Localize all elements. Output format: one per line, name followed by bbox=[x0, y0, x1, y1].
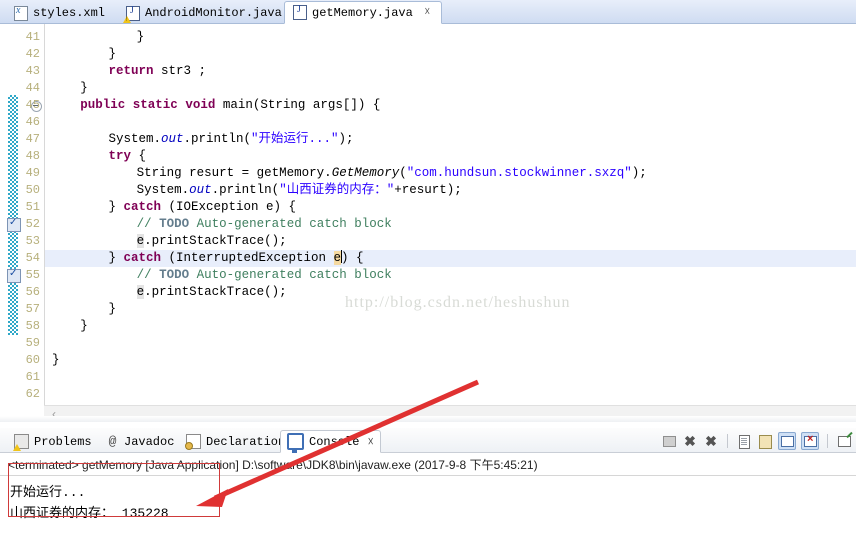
watermark-text: http://blog.csdn.net/heshushun bbox=[345, 294, 571, 311]
editor-tab-label: styles.xml bbox=[33, 6, 106, 20]
java-file-icon bbox=[293, 4, 307, 20]
line-number: 41 bbox=[25, 30, 40, 44]
line-number: 56 bbox=[25, 285, 40, 299]
bottom-tab-label: Javadoc bbox=[124, 434, 175, 449]
change-marker-bar bbox=[8, 95, 18, 335]
line-number: 45 bbox=[25, 98, 40, 112]
code-line[interactable] bbox=[45, 335, 856, 352]
code-line[interactable]: } bbox=[45, 80, 856, 97]
line-number: 49 bbox=[25, 166, 40, 180]
editor-tab-androidmonitor-java[interactable]: AndroidMonitor.java bbox=[118, 2, 290, 24]
editor-tab-getmemory-java[interactable]: getMemory.java ☓ bbox=[284, 1, 442, 24]
scroll-lock-button[interactable] bbox=[757, 433, 773, 449]
console-toolbar: ✖ ✖ bbox=[661, 431, 852, 450]
code-line[interactable] bbox=[45, 386, 856, 403]
editor-tab-label: getMemory.java bbox=[312, 5, 413, 20]
line-number: 42 bbox=[25, 47, 40, 61]
bottom-tab-label: Declaration bbox=[206, 434, 286, 449]
line-number: 54 bbox=[25, 251, 40, 265]
console-icon bbox=[287, 433, 304, 453]
code-line[interactable]: return str3 ; bbox=[45, 63, 856, 80]
line-number: 53 bbox=[25, 234, 40, 248]
code-line[interactable] bbox=[45, 114, 856, 131]
show-console-on-error-button[interactable] bbox=[801, 431, 819, 450]
console-output-line: 山西证券的内存： 135228 bbox=[10, 506, 169, 521]
code-line[interactable]: e.printStackTrace(); bbox=[45, 233, 856, 250]
line-number: 52 bbox=[25, 217, 40, 231]
line-number: 44 bbox=[25, 81, 40, 95]
pin-console-button[interactable] bbox=[836, 433, 852, 449]
line-number: 57 bbox=[25, 302, 40, 316]
warning-badge-icon bbox=[123, 15, 131, 23]
code-line[interactable]: System.out.println("山西证券的内存："+resurt); bbox=[45, 182, 856, 199]
bottom-tab-console[interactable]: Console ☓ bbox=[280, 430, 382, 453]
bottom-tab-problems[interactable]: Problems bbox=[8, 431, 98, 452]
code-line[interactable]: } catch (IOException e) { bbox=[45, 199, 856, 216]
toolbar-separator bbox=[827, 433, 828, 448]
line-number: 61 bbox=[25, 370, 40, 384]
line-number: 50 bbox=[25, 183, 40, 197]
editor-bottom-shadow bbox=[0, 416, 856, 422]
code-line[interactable]: // TODO Auto-generated catch block bbox=[45, 216, 856, 233]
toolbar-separator bbox=[727, 433, 728, 448]
editor-gutter[interactable]: 41 42 43 44 45 46 47 48 49 50 51 52 53 54 55 56 57 58 59 60… bbox=[0, 24, 42, 422]
code-line[interactable]: } bbox=[45, 352, 856, 369]
editor-tab-bar: styles.xml AndroidMonitor.java getMemory… bbox=[0, 0, 856, 24]
bottom-panel: Problems @ Javadoc Declaration Console ☓… bbox=[0, 428, 856, 542]
code-line[interactable]: try { bbox=[45, 148, 856, 165]
console-launch-header: <terminated> getMemory [Java Application… bbox=[8, 458, 538, 472]
line-number: 43 bbox=[25, 64, 40, 78]
code-line[interactable]: public static void main(String args[]) { bbox=[45, 97, 856, 114]
console-output-line: 开始运行... bbox=[10, 485, 86, 500]
line-number: 59 bbox=[25, 336, 40, 350]
code-editor[interactable]: 41 42 43 44 45 46 47 48 49 50 51 52 53 54 55 56 57 58 59 60… bbox=[0, 24, 856, 422]
code-line[interactable]: // TODO Auto-generated catch block bbox=[45, 267, 856, 284]
remove-all-terminated-button[interactable]: ✖ bbox=[703, 433, 719, 449]
line-number: 60 bbox=[25, 353, 40, 367]
clear-console-button[interactable] bbox=[736, 433, 752, 449]
editor-tab-styles-xml[interactable]: styles.xml bbox=[6, 2, 113, 24]
line-number: 62 bbox=[25, 387, 40, 401]
code-line[interactable]: String resurt = getMemory.GetMemory("com… bbox=[45, 165, 856, 182]
code-text-area[interactable]: }} return str3 ;} public static void main(… bbox=[44, 24, 856, 422]
console-divider bbox=[0, 475, 856, 476]
line-number: 55 bbox=[25, 268, 40, 282]
line-number: 51 bbox=[25, 200, 40, 214]
close-icon[interactable]: ☓ bbox=[367, 435, 374, 449]
code-line[interactable]: System.out.println("开始运行..."); bbox=[45, 131, 856, 148]
remove-launch-button[interactable]: ✖ bbox=[682, 433, 698, 449]
code-line[interactable]: } catch (InterruptedException e) { bbox=[45, 250, 856, 267]
bottom-tab-label: Console bbox=[309, 434, 360, 449]
bottom-tab-label: Problems bbox=[34, 434, 92, 449]
javadoc-at-icon: @ bbox=[108, 434, 117, 449]
code-line[interactable]: } bbox=[45, 29, 856, 46]
close-icon[interactable]: ☓ bbox=[422, 7, 433, 18]
line-number: 47 bbox=[25, 132, 40, 146]
line-number: 46 bbox=[25, 115, 40, 129]
code-line[interactable]: } bbox=[45, 318, 856, 335]
java-file-icon bbox=[123, 5, 140, 23]
problems-icon bbox=[13, 434, 29, 451]
console-output-area[interactable]: <terminated> getMemory [Java Application… bbox=[0, 453, 856, 542]
line-number: 48 bbox=[25, 149, 40, 163]
show-console-on-output-button[interactable] bbox=[778, 431, 796, 450]
terminate-button[interactable] bbox=[661, 433, 677, 449]
editor-tab-label: AndroidMonitor.java bbox=[145, 6, 282, 20]
xml-file-icon bbox=[14, 5, 28, 21]
bottom-tab-declaration[interactable]: Declaration bbox=[180, 431, 291, 452]
line-number: 58 bbox=[25, 319, 40, 333]
bottom-tab-javadoc[interactable]: @ Javadoc bbox=[100, 431, 180, 452]
bottom-tab-bar: Problems @ Javadoc Declaration Console ☓… bbox=[0, 428, 856, 453]
code-line[interactable]: } bbox=[45, 46, 856, 63]
code-line[interactable] bbox=[45, 369, 856, 386]
declaration-icon bbox=[185, 434, 201, 450]
